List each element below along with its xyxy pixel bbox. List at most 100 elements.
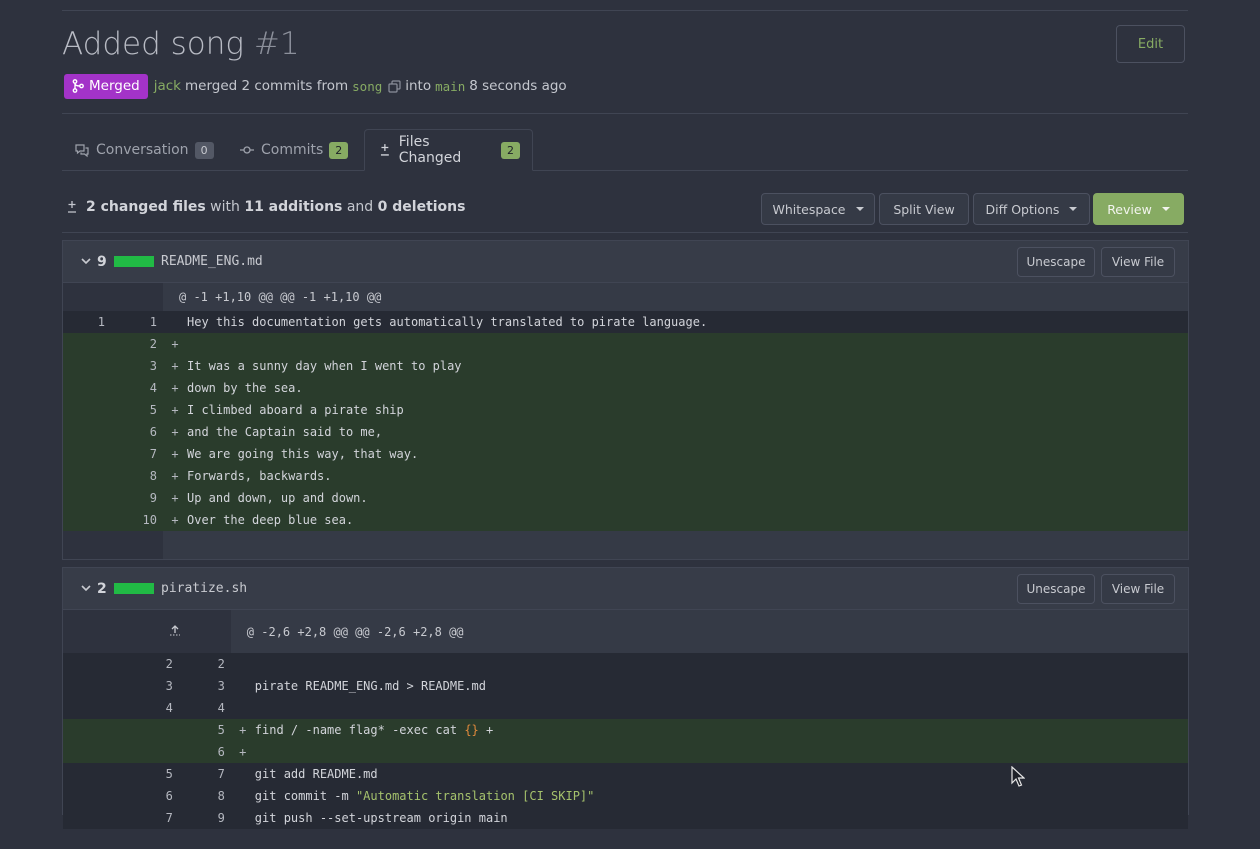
unescape-button[interactable]: Unescape [1017,247,1095,277]
page-title: Added song #1 [62,26,300,62]
old-line-number[interactable]: 5 [63,763,181,785]
new-line-number[interactable]: 3 [180,675,231,697]
time-ago: 8 seconds ago [469,78,567,94]
diff-sign: + [163,465,187,487]
new-line-number[interactable]: 8 [180,785,231,807]
view-file-button[interactable]: View File [1101,247,1175,277]
view-file-button[interactable]: View File [1101,574,1175,604]
new-line-number[interactable]: 8 [113,465,163,487]
diff-summary: 2 changed files with 11 additions and 0 … [66,199,465,215]
whitespace-label: Whitespace [772,201,846,217]
deletions-count: 0 deletions [377,199,466,215]
new-line-number[interactable]: 7 [180,763,231,785]
file-diff-readme: 9 README_ENG.md Unescape View File @ -1 … [62,240,1189,560]
status-label: Merged [89,78,140,94]
table-row: 4 4 [63,697,1188,719]
expand-up-icon[interactable] [63,610,181,653]
new-line-number[interactable]: 4 [113,377,163,399]
hunk-text: @ -2,6 +2,8 @@ @@ -2,6 +2,8 @@ [230,610,1188,653]
new-line-number[interactable]: 6 [180,741,231,763]
old-line-number[interactable]: 7 [63,807,181,829]
old-line-number[interactable] [63,399,113,421]
code-line [254,741,1188,763]
diff-sign: + [163,487,187,509]
unescape-button[interactable]: Unescape [1017,574,1095,604]
table-row: 10 + Over the deep blue sea. [63,509,1188,531]
new-line-number[interactable]: 7 [113,443,163,465]
table-row: 6 8 git commit -m "Automatic translation… [63,785,1188,807]
split-view-button[interactable]: Split View [879,193,969,225]
old-line-number[interactable] [63,421,113,443]
whitespace-dropdown[interactable]: Whitespace [761,193,875,225]
old-line-number[interactable] [63,377,113,399]
source-branch-link[interactable]: song [352,79,382,94]
copy-icon[interactable] [388,79,401,93]
table-row: 5 + find / -name flag* -exec cat {} + [63,719,1188,741]
old-line-number[interactable] [63,487,113,509]
edit-button[interactable]: Edit [1116,25,1185,63]
old-line-number[interactable] [63,509,113,531]
new-line-number[interactable]: 9 [113,487,163,509]
new-line-number[interactable]: 9 [180,807,231,829]
code-line: We are going this way, that way. [187,443,1188,465]
tab-label: Files Changed [398,134,462,166]
new-line-number[interactable]: 5 [180,719,231,741]
old-line-number[interactable]: 2 [63,653,181,675]
new-line-number[interactable]: 10 [113,509,163,531]
diff-sign: + [163,443,187,465]
diff-options-dropdown[interactable]: Diff Options [973,193,1090,225]
old-line-number[interactable] [63,719,181,741]
new-line-number[interactable]: 6 [113,421,163,443]
diff-icon [68,201,76,213]
old-line-number[interactable]: 1 [63,311,113,333]
old-line-number[interactable] [63,443,113,465]
code-line [254,697,1188,719]
code-line [187,333,1188,355]
tab-conversation[interactable]: Conversation 0 [74,129,214,171]
diff-sign [230,785,255,807]
review-button[interactable]: Review [1093,193,1184,225]
code-line [254,653,1188,675]
old-line-number[interactable]: 6 [63,785,181,807]
diff-sign: + [163,509,187,531]
caret-down-icon [1161,207,1170,211]
new-line-number[interactable]: 1 [113,311,163,333]
old-line-number[interactable] [63,333,113,355]
chevron-down-icon[interactable] [80,255,92,267]
old-line-number[interactable] [63,741,181,763]
hunk-text: @ -1 +1,10 @@ @@ -1 +1,10 @@ [163,283,1188,311]
tab-files-changed[interactable]: Files Changed 2 [364,129,533,171]
status-badge: Merged [64,73,148,99]
diff-sign [230,807,255,829]
tab-commits[interactable]: Commits 2 [239,129,349,171]
split-view-label: Split View [893,201,955,217]
code-line: git commit -m "Automatic translation [CI… [254,785,1188,807]
new-line-number[interactable]: 3 [113,355,163,377]
code-line: Over the deep blue sea. [187,509,1188,531]
diff-sign: + [163,377,187,399]
code-line: Hey this documentation gets automaticall… [187,311,1188,333]
target-branch-link[interactable]: main [435,79,465,94]
new-line-number[interactable]: 4 [180,697,231,719]
table-row: 6 + and the Captain said to me, [63,421,1188,443]
old-line-number[interactable] [63,465,113,487]
new-line-number[interactable]: 5 [113,399,163,421]
code-line: find / -name flag* -exec cat {} + [254,719,1188,741]
author-link[interactable]: jack [154,78,181,94]
new-line-number[interactable]: 2 [180,653,231,675]
table-row: 3 + It was a sunny day when I went to pl… [63,355,1188,377]
chevron-down-icon[interactable] [80,582,92,594]
code-text: + [478,723,494,737]
file-header: 9 README_ENG.md Unescape View File [63,241,1188,283]
tab-label: Commits [261,142,324,158]
file-name: piratize.sh [161,581,248,596]
additions-bar [114,256,154,267]
old-line-number[interactable] [63,355,113,377]
old-line-number[interactable]: 4 [63,697,181,719]
tab-count: 2 [329,141,349,159]
old-line-number[interactable]: 3 [63,675,181,697]
summary-and: and [346,199,374,215]
file-change-count: 2 [97,580,107,597]
new-line-number[interactable]: 2 [113,333,163,355]
pr-number: #1 [253,26,300,62]
